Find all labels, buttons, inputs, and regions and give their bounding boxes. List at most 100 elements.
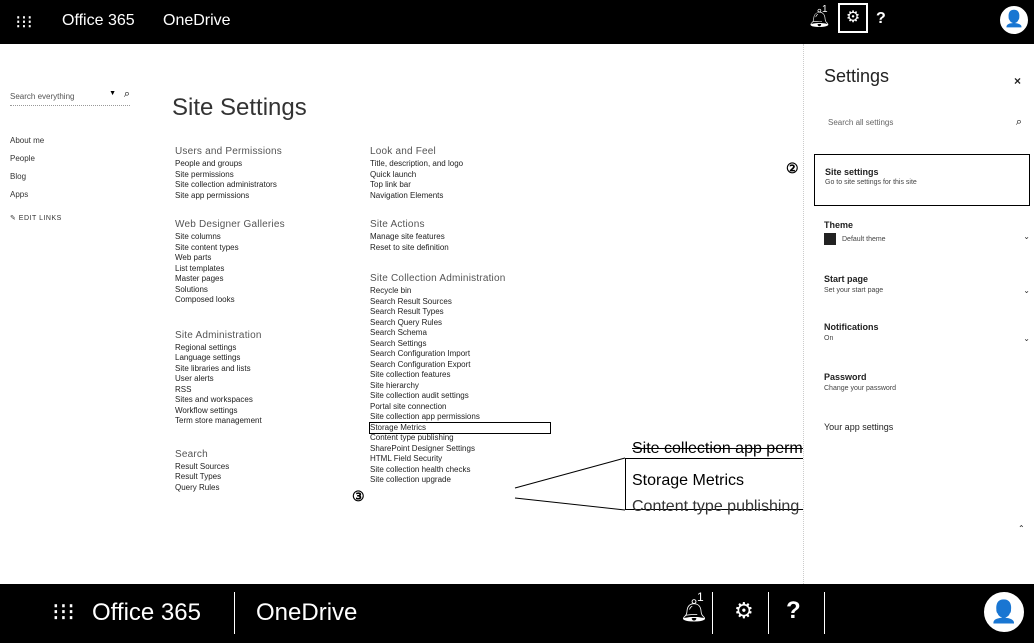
- notifications-item[interactable]: Notifications On ⌄: [824, 322, 1030, 343]
- office365-link[interactable]: Office 365: [62, 12, 135, 30]
- link-search-schema[interactable]: Search Schema: [370, 328, 550, 339]
- onedrive-link[interactable]: OneDrive: [256, 599, 357, 627]
- link-site-libraries-and-lists[interactable]: Site libraries and lists: [175, 364, 355, 375]
- link-storage-metrics[interactable]: Storage Metrics: [369, 421, 551, 434]
- divider: [234, 592, 235, 634]
- group-web-designer: Web Designer Galleries Site columns Site…: [175, 219, 355, 306]
- nav-item-blog[interactable]: Blog: [10, 172, 62, 190]
- group-site-actions: Site Actions Manage site features Reset …: [370, 219, 550, 253]
- password-item[interactable]: Password Change your password: [824, 372, 1030, 392]
- link-query-rules[interactable]: Query Rules: [175, 483, 355, 494]
- search-icon[interactable]: ⌕: [1016, 116, 1022, 129]
- link-rss[interactable]: RSS: [175, 385, 355, 396]
- site-settings-title: Site settings: [825, 167, 879, 177]
- link-language-settings[interactable]: Language settings: [175, 353, 355, 364]
- link-reset-to-site-definition[interactable]: Reset to site definition: [370, 243, 550, 254]
- link-sharepoint-designer-settings[interactable]: SharePoint Designer Settings: [370, 444, 550, 455]
- callout-number-3: ③: [352, 488, 365, 504]
- link-site-hierarchy[interactable]: Site hierarchy: [370, 381, 550, 392]
- user-avatar[interactable]: 👤: [984, 592, 1024, 632]
- link-list-templates[interactable]: List templates: [175, 264, 355, 275]
- link-search-configuration-import[interactable]: Search Configuration Import: [370, 349, 550, 360]
- link-search-result-types[interactable]: Search Result Types: [370, 307, 550, 318]
- group-site-collection-admin: Site Collection Administration Recycle b…: [369, 273, 551, 486]
- link-result-sources[interactable]: Result Sources: [175, 462, 355, 473]
- link-site-permissions[interactable]: Site permissions: [175, 170, 355, 181]
- divider: [768, 592, 769, 634]
- link-manage-site-features[interactable]: Manage site features: [370, 232, 550, 243]
- group-search: Search Result Sources Result Types Query…: [175, 449, 355, 494]
- zoom-below-text: Content type publishing: [632, 498, 800, 515]
- theme-item[interactable]: Theme Default theme ⌄: [824, 220, 1030, 245]
- link-solutions[interactable]: Solutions: [175, 285, 355, 296]
- user-avatar[interactable]: 👤: [1000, 6, 1028, 34]
- password-desc: Change your password: [824, 385, 896, 392]
- link-quick-launch[interactable]: Quick launch: [370, 170, 550, 181]
- site-settings-item[interactable]: Site settings Go to site settings for th…: [814, 154, 1030, 206]
- nav-item-apps[interactable]: Apps: [10, 190, 62, 208]
- link-site-columns[interactable]: Site columns: [175, 232, 355, 243]
- link-site-content-types[interactable]: Site content types: [175, 243, 355, 254]
- app-launcher-icon[interactable]: ⁝⁝⁝: [10, 10, 38, 34]
- link-title-description-logo[interactable]: Title, description, and logo: [370, 159, 550, 170]
- link-term-store-management[interactable]: Term store management: [175, 416, 355, 427]
- chevron-down-icon[interactable]: ⌄: [1023, 334, 1030, 343]
- close-icon[interactable]: ×: [1014, 74, 1021, 88]
- app-settings-title: Your app settings: [824, 422, 894, 432]
- search-placeholder: Search everything: [10, 92, 75, 101]
- link-site-collection-app-permissions[interactable]: Site collection app permissions: [370, 412, 550, 423]
- link-result-types[interactable]: Result Types: [175, 472, 355, 483]
- link-composed-looks[interactable]: Composed looks: [175, 295, 355, 306]
- chevron-down-icon[interactable]: ▼: [109, 90, 116, 97]
- link-workflow-settings[interactable]: Workflow settings: [175, 406, 355, 417]
- link-html-field-security[interactable]: HTML Field Security: [370, 454, 550, 465]
- link-master-pages[interactable]: Master pages: [175, 274, 355, 285]
- office365-link[interactable]: Office 365: [92, 599, 201, 627]
- link-web-parts[interactable]: Web parts: [175, 253, 355, 264]
- link-search-configuration-export[interactable]: Search Configuration Export: [370, 360, 550, 371]
- nav-item-people[interactable]: People: [10, 154, 62, 172]
- group-look-and-feel: Look and Feel Title, description, and lo…: [370, 146, 550, 201]
- zoom-storage-metrics: Storage Metrics: [632, 472, 745, 489]
- settings-gear-button[interactable]: ⚙: [838, 3, 868, 33]
- help-button[interactable]: ?: [876, 10, 886, 28]
- start-page-desc: Set your start page: [824, 287, 884, 294]
- onedrive-link[interactable]: OneDrive: [163, 12, 231, 30]
- link-sites-and-workspaces[interactable]: Sites and workspaces: [175, 395, 355, 406]
- link-regional-settings[interactable]: Regional settings: [175, 343, 355, 354]
- link-site-collection-audit-settings[interactable]: Site collection audit settings: [370, 391, 550, 402]
- panel-title: Settings: [824, 66, 890, 86]
- link-navigation-elements[interactable]: Navigation Elements: [370, 191, 550, 202]
- link-search-query-rules[interactable]: Search Query Rules: [370, 318, 550, 329]
- link-site-collection-administrators[interactable]: Site collection administrators: [175, 180, 355, 191]
- search-everything-box[interactable]: Search everything ▼ ⌕: [10, 88, 130, 106]
- link-site-collection-upgrade[interactable]: Site collection upgrade: [370, 475, 550, 486]
- link-user-alerts[interactable]: User alerts: [175, 374, 355, 385]
- app-settings-item[interactable]: Your app settings: [824, 422, 1030, 432]
- group-site-administration: Site Administration Regional settings La…: [175, 330, 355, 427]
- chevron-down-icon[interactable]: ⌄: [1023, 232, 1030, 241]
- link-site-collection-features[interactable]: Site collection features: [370, 370, 550, 381]
- group-title: Site Administration: [175, 329, 262, 341]
- settings-search-input[interactable]: Search all settings ⌕: [828, 116, 1028, 129]
- nav-item-about-me[interactable]: About me: [10, 136, 62, 154]
- link-search-settings[interactable]: Search Settings: [370, 339, 550, 350]
- link-content-type-publishing[interactable]: Content type publishing: [370, 433, 550, 444]
- chevron-up-icon[interactable]: ⌃: [1018, 524, 1025, 533]
- chevron-down-icon[interactable]: ⌄: [1023, 286, 1030, 295]
- app-launcher-icon[interactable]: ⁝⁝⁝: [52, 598, 75, 627]
- help-button[interactable]: ?: [786, 597, 801, 625]
- link-recycle-bin[interactable]: Recycle bin: [370, 286, 550, 297]
- link-site-collection-health-checks[interactable]: Site collection health checks: [370, 465, 550, 476]
- callout-number-2: ②: [786, 160, 799, 176]
- link-top-link-bar[interactable]: Top link bar: [370, 180, 550, 191]
- edit-links-button[interactable]: ✎ EDIT LINKS: [10, 214, 62, 232]
- settings-gear-button[interactable]: ⚙: [734, 598, 754, 624]
- link-search-result-sources[interactable]: Search Result Sources: [370, 297, 550, 308]
- link-site-app-permissions[interactable]: Site app permissions: [175, 191, 355, 202]
- notification-count-badge: 1: [822, 4, 828, 15]
- search-icon[interactable]: ⌕: [124, 88, 130, 101]
- link-people-and-groups[interactable]: People and groups: [175, 159, 355, 170]
- link-portal-site-connection[interactable]: Portal site connection: [370, 402, 550, 413]
- start-page-item[interactable]: Start page Set your start page ⌄: [824, 274, 1030, 295]
